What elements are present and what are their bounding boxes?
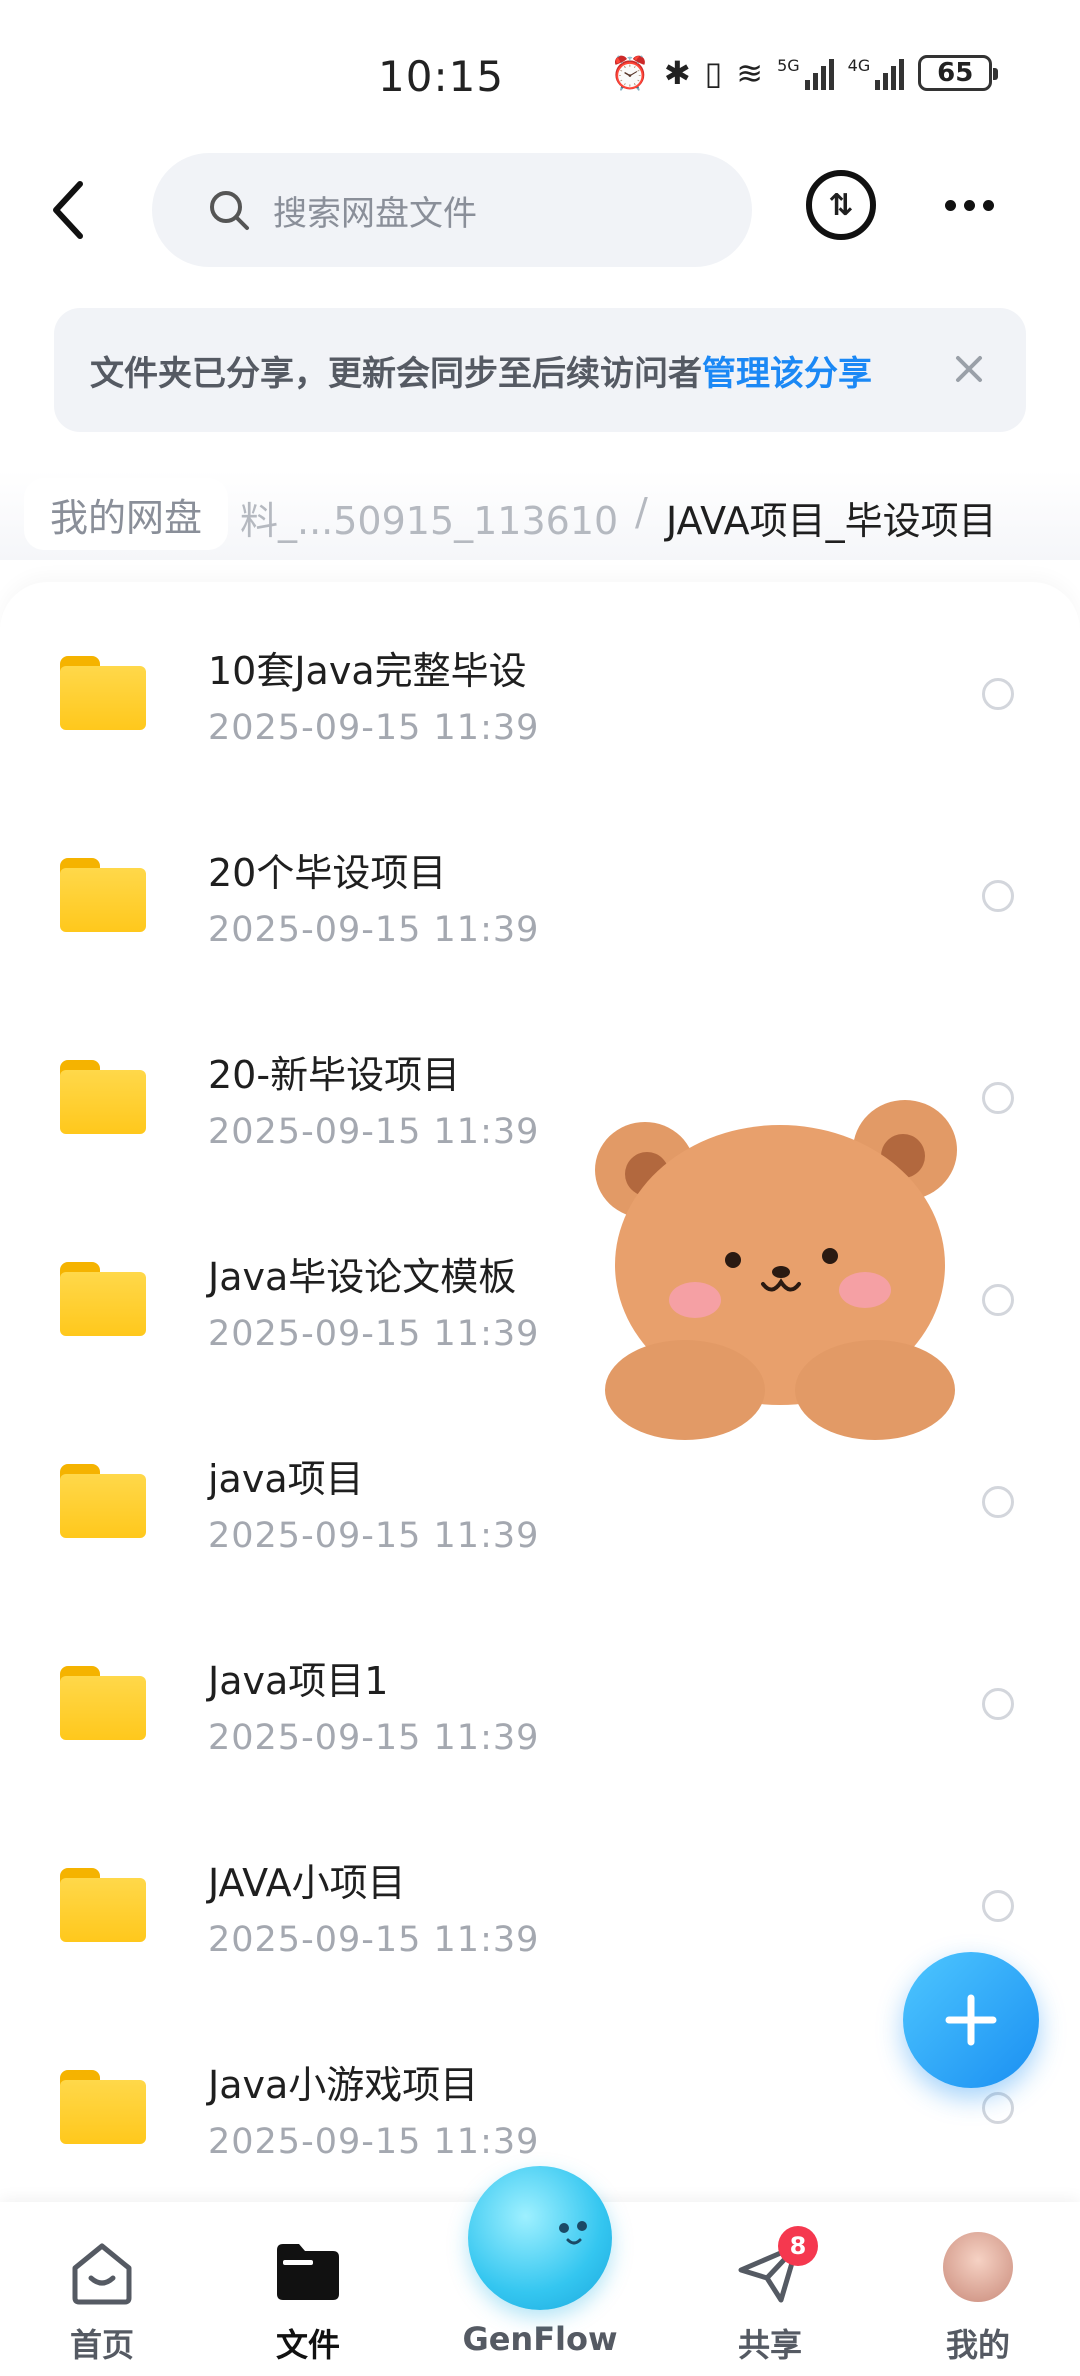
folder-icon: [60, 1868, 146, 1942]
nav-label-share: 共享: [737, 2326, 802, 2364]
nav-label-me: 我的: [945, 2326, 1010, 2364]
folder-icon: [60, 1262, 146, 1336]
select-radio[interactable]: [982, 1890, 1014, 1922]
share-badge: 8: [778, 2226, 818, 2266]
select-radio[interactable]: [982, 1082, 1014, 1114]
nav-label-genflow: GenFlow: [462, 2320, 618, 2358]
alarm-icon: ⏰: [610, 54, 650, 92]
file-name: Java毕设论文模板: [208, 1255, 517, 1299]
file-name: Java项目1: [208, 1659, 389, 1703]
folder-icon: [60, 656, 146, 730]
status-icons: ⏰ ✱ ▯ ≋ 5G 4G 65: [610, 54, 999, 92]
genflow-icon[interactable]: [468, 2166, 612, 2310]
breadcrumb-current: JAVA项目_毕设项目: [666, 499, 997, 543]
file-date: 2025-09-15 11:39: [208, 1920, 540, 1960]
transfer-icon: ⇅: [828, 187, 854, 223]
status-time: 10:15: [378, 52, 505, 101]
file-name: 20-新毕设项目: [208, 1053, 461, 1097]
chevron-left-icon: [53, 181, 83, 239]
file-date: 2025-09-15 11:39: [208, 1718, 540, 1758]
file-name: 20个毕设项目: [208, 851, 447, 895]
file-date: 2025-09-15 11:39: [208, 708, 540, 748]
file-date: 2025-09-15 11:39: [208, 910, 540, 950]
avatar: [943, 2232, 1013, 2302]
bear-sticker-image: [595, 1100, 957, 1440]
status-bar: 10:15 ⏰ ✱ ▯ ≋ 5G 4G 65: [0, 0, 1080, 150]
file-name: java项目: [208, 1457, 364, 1501]
signal-4g-icon: 4G: [848, 56, 905, 90]
search-input[interactable]: 搜索网盘文件: [152, 153, 752, 267]
select-radio[interactable]: [982, 678, 1014, 710]
more-button[interactable]: [934, 175, 1004, 235]
nav-item-share[interactable]: 8 共享: [680, 2202, 860, 2376]
folder-icon: [277, 2244, 339, 2300]
close-notice-button[interactable]: [944, 344, 994, 394]
search-placeholder: 搜索网盘文件: [273, 193, 477, 234]
file-name: JAVA小项目: [208, 1861, 406, 1905]
breadcrumb-root[interactable]: 我的网盘: [24, 478, 229, 550]
list-item[interactable]: 10套Java完整毕设 2025-09-15 11:39: [0, 582, 1080, 782]
nav-item-home[interactable]: 首页: [12, 2202, 192, 2376]
home-icon: [72, 2243, 132, 2305]
folder-icon: [60, 1060, 146, 1134]
share-notice-banner: 文件夹已分享，更新会同步至后续访问者 管理该分享: [54, 308, 1026, 432]
more-dot-icon: [944, 199, 956, 211]
manage-share-link[interactable]: 管理该分享: [702, 346, 872, 395]
folder-icon: [60, 858, 146, 932]
breadcrumb: 我的网盘 料_...50915_113610 / JAVA项目_毕设项目: [0, 470, 1080, 560]
select-radio[interactable]: [982, 1486, 1014, 1518]
bluetooth-icon: ✱: [663, 54, 691, 92]
breadcrumb-middle[interactable]: 料_...50915_113610: [240, 490, 618, 545]
select-radio[interactable]: [982, 2092, 1014, 2124]
signal-5g-icon: 5G: [777, 56, 834, 90]
back-button[interactable]: [38, 175, 98, 245]
select-radio[interactable]: [982, 1688, 1014, 1720]
list-item[interactable]: Java项目1 2025-09-15 11:39: [0, 1592, 1080, 1792]
folder-icon: [60, 1666, 146, 1740]
nav-label-home: 首页: [69, 2326, 134, 2364]
file-date: 2025-09-15 11:39: [208, 1112, 540, 1152]
file-date: 2025-09-15 11:39: [208, 1516, 540, 1556]
add-button[interactable]: [903, 1952, 1039, 2088]
vibrate-icon: ▯: [704, 54, 723, 92]
folder-icon: [60, 2070, 146, 2144]
battery-icon: 65: [918, 55, 999, 91]
nav-item-me[interactable]: 我的: [888, 2202, 1068, 2376]
share-notice-text: 文件夹已分享，更新会同步至后续访问者: [90, 353, 702, 394]
genflow-face-icon: [559, 2221, 587, 2245]
nav-item-files[interactable]: 文件: [218, 2202, 398, 2376]
file-date: 2025-09-15 11:39: [208, 1314, 540, 1354]
breadcrumb-separator: /: [635, 490, 648, 534]
list-item[interactable]: JAVA小项目 2025-09-15 11:39: [0, 1794, 1080, 1994]
list-item[interactable]: 20个毕设项目 2025-09-15 11:39: [0, 784, 1080, 984]
wifi-icon: ≋: [736, 54, 764, 92]
file-name: Java小游戏项目: [208, 2063, 479, 2107]
folder-icon: [60, 1464, 146, 1538]
select-radio[interactable]: [982, 1284, 1014, 1316]
close-icon: [956, 356, 982, 382]
search-icon: [210, 191, 249, 230]
file-name: 10套Java完整毕设: [208, 649, 527, 693]
select-radio[interactable]: [982, 880, 1014, 912]
plus-icon: [945, 1994, 997, 2046]
transfer-button[interactable]: ⇅: [806, 170, 876, 240]
nav-label-files: 文件: [275, 2326, 340, 2364]
file-date: 2025-09-15 11:39: [208, 2122, 540, 2162]
